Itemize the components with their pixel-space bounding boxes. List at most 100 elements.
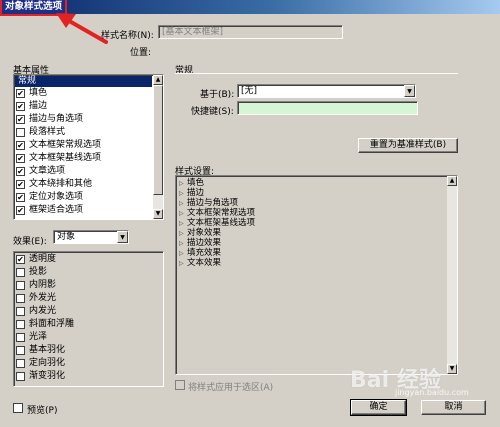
tree-item-label: 文本框架基线选项 [187, 218, 256, 228]
attr-item[interactable]: 段落样式 [14, 127, 152, 138]
attr-item[interactable]: ✔ 文本框架常规选项 [14, 140, 152, 151]
effect-item-label: 渐变羽化 [29, 371, 66, 381]
based-on-select[interactable]: [无] ▼ [237, 84, 416, 98]
expand-icon[interactable]: ▷ [179, 249, 187, 258]
tree-item[interactable]: ▷ 文本框架常规选项 [179, 209, 255, 218]
checkbox[interactable] [16, 294, 25, 303]
attr-item[interactable]: ✔ 框架适合选项 [14, 205, 152, 216]
basic-attributes-list: 常规 ✔ 填色 ✔ 描边 ✔ 描边与角选项 段落样式 ✔ 文本框架常规选项 ✔ 文本框架基… [13, 74, 164, 220]
attr-scrollbar[interactable]: ▲ ▼ [153, 75, 163, 219]
reset-to-base-button[interactable]: 重置为基准样式(B) [358, 138, 458, 153]
scroll-down-icon[interactable]: ▼ [447, 364, 457, 374]
checkbox[interactable] [16, 320, 25, 329]
effect-item[interactable]: 内阴影 [14, 280, 162, 291]
effect-item[interactable]: 光泽 [14, 332, 162, 343]
tree-item[interactable]: ▷ 描边与角选项 [179, 199, 238, 208]
checkbox[interactable]: ✔ [16, 89, 25, 98]
effect-item[interactable]: 定向羽化 [14, 358, 162, 369]
chevron-down-icon[interactable]: ▼ [117, 231, 128, 243]
expand-icon[interactable]: ▷ [179, 209, 187, 218]
attr-item[interactable]: ✔ 填色 [14, 88, 152, 99]
attr-item-label: 文本框架基线选项 [29, 153, 102, 163]
checkbox[interactable] [16, 359, 25, 368]
effect-item[interactable]: 渐变羽化 [14, 371, 162, 382]
effect-item[interactable]: 外发光 [14, 293, 162, 304]
expand-icon[interactable]: ▷ [179, 189, 187, 198]
tree-item-label: 文本框架常规选项 [187, 208, 256, 218]
effects-select-value: 对象 [57, 232, 76, 242]
expand-icon[interactable]: ▷ [179, 199, 187, 208]
effect-item[interactable]: 斜面和浮雕 [14, 319, 162, 330]
checkbox[interactable]: ✔ [16, 102, 25, 111]
attr-item[interactable]: ✔ 文本绕排和其他 [14, 179, 152, 190]
ok-button[interactable]: 确定 [350, 399, 407, 416]
expand-icon[interactable]: ▷ [179, 179, 187, 188]
effects-list: ✔ 透明度 投影 内阴影 外发光 内发光 斜面和浮雕 光泽 基本羽化 定向羽化 渐… [13, 251, 164, 387]
scroll-up-icon[interactable]: ▲ [153, 75, 163, 85]
effects-select[interactable]: 对象 ▼ [53, 230, 129, 244]
tree-item[interactable]: ▷ 描边 [179, 189, 204, 198]
checkbox[interactable] [16, 281, 25, 290]
checkbox[interactable]: ✔ [16, 141, 25, 150]
checkbox[interactable]: ✔ [16, 206, 25, 215]
effect-item[interactable]: 投影 [14, 267, 162, 278]
tree-item[interactable]: ▷ 填色 [179, 179, 204, 188]
checkbox[interactable] [16, 128, 25, 137]
tree-item[interactable]: ▷ 描边效果 [179, 239, 221, 248]
tree-item[interactable]: ▷ 文本效果 [179, 259, 221, 268]
effect-item-label: 基本羽化 [29, 345, 66, 355]
tree-scrollbar[interactable]: ▲ ▼ [447, 176, 457, 374]
effects-label: 效果(E): [13, 237, 47, 247]
checkbox[interactable] [16, 307, 25, 316]
checkbox[interactable] [16, 333, 25, 342]
expand-icon[interactable]: ▷ [179, 219, 187, 228]
checkbox[interactable]: ✔ [16, 167, 25, 176]
checkbox[interactable]: ✔ [16, 115, 25, 124]
checkbox[interactable]: ✔ [16, 255, 25, 264]
checkbox[interactable]: ✔ [16, 193, 25, 202]
attr-item[interactable]: ✔ 文章选项 [14, 166, 152, 177]
style-name-input[interactable]: [基本文本框架] [158, 25, 343, 39]
attr-item-label: 描边 [29, 101, 48, 111]
attr-item-general[interactable]: 常规 [15, 76, 152, 87]
cancel-button[interactable]: 取消 [421, 400, 486, 415]
apply-selection-label: 将样式应用于选区(A) [188, 383, 274, 393]
effect-item[interactable]: 内发光 [14, 306, 162, 317]
attr-item[interactable]: ✔ 描边 [14, 101, 152, 112]
apply-selection-checkbox[interactable] [175, 380, 185, 390]
tree-item[interactable]: ▷ 填充效果 [179, 249, 221, 258]
attr-item-label: 框架适合选项 [29, 205, 84, 215]
tree-item-label: 对象效果 [187, 228, 222, 238]
checkbox[interactable]: ✔ [16, 154, 25, 163]
based-on-label: 基于(B): [200, 90, 235, 100]
chevron-down-icon[interactable]: ▼ [404, 85, 415, 97]
scroll-thumb[interactable] [153, 85, 163, 195]
attr-item[interactable]: ✔ 描边与角选项 [14, 114, 152, 125]
tree-item[interactable]: ▷ 文本框架基线选项 [179, 219, 255, 228]
shortcut-input[interactable] [237, 101, 418, 115]
expand-icon[interactable]: ▷ [179, 259, 187, 268]
expand-icon[interactable]: ▷ [179, 239, 187, 248]
scroll-up-icon[interactable]: ▲ [447, 176, 457, 186]
attr-item-label: 文本绕排和其他 [29, 179, 93, 189]
attr-item-label: 文本框架常规选项 [29, 140, 102, 150]
effect-item-label: 光泽 [29, 332, 48, 342]
checkbox[interactable] [16, 346, 25, 355]
attr-item[interactable]: ✔ 定位对象选项 [14, 192, 152, 203]
tree-item-label: 描边效果 [187, 238, 222, 248]
general-heading: 常规 [175, 66, 194, 76]
preview-checkbox[interactable] [13, 403, 23, 413]
tree-item[interactable]: ▷ 对象效果 [179, 229, 221, 238]
attr-item-label: 定位对象选项 [29, 192, 84, 202]
tree-item-label: 描边与角选项 [187, 198, 239, 208]
effect-item[interactable]: 基本羽化 [14, 345, 162, 356]
effect-item-label: 定向羽化 [29, 358, 66, 368]
attr-item[interactable]: ✔ 文本框架基线选项 [14, 153, 152, 164]
expand-icon[interactable]: ▷ [179, 229, 187, 238]
checkbox[interactable]: ✔ [16, 180, 25, 189]
effect-item[interactable]: ✔ 透明度 [14, 254, 162, 265]
checkbox[interactable] [16, 268, 25, 277]
attr-item-label: 常规 [18, 76, 37, 86]
scroll-down-icon[interactable]: ▼ [153, 209, 163, 219]
checkbox[interactable] [16, 372, 25, 381]
